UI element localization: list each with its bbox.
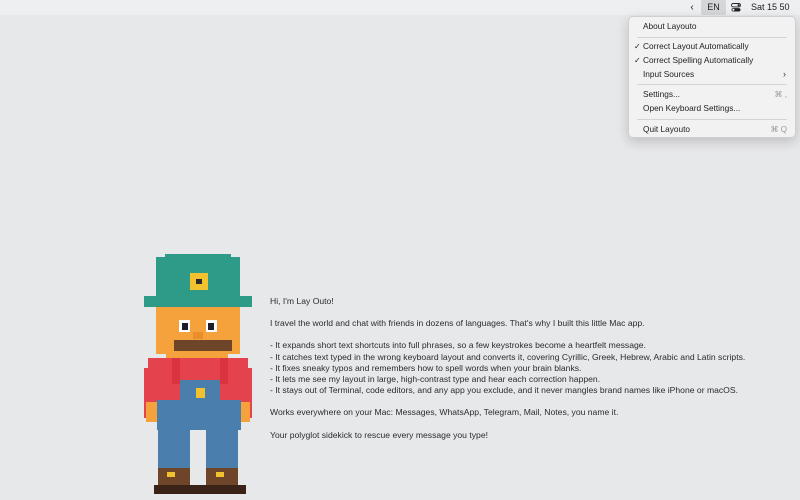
checkmark-icon: ✓	[634, 56, 641, 65]
story: I travel the world and chat with friends…	[270, 318, 645, 329]
menu-item-correct-layout[interactable]: ✓ Correct Layout Automatically	[629, 40, 795, 53]
control-center-icon[interactable]	[729, 0, 743, 15]
hat-brim	[144, 296, 252, 307]
hat-top-edge	[165, 254, 231, 260]
checkmark-icon: ✓	[634, 42, 641, 51]
feature-item: - It catches text typed in the wrong key…	[270, 351, 746, 362]
menu-item-input-sources[interactable]: Input Sources ›	[629, 68, 795, 81]
menu-bar-clock[interactable]: Sat 15 50	[751, 0, 790, 15]
menu-separator	[637, 37, 787, 38]
layouto-menu-extra[interactable]: EN	[701, 0, 726, 15]
menu-item-label: Settings...	[643, 89, 680, 99]
menu-separator	[637, 84, 787, 85]
mascot-illustration	[144, 254, 252, 494]
menu-item-label: Correct Layout Automatically	[643, 41, 749, 51]
menu-bar: ‹ EN Sat 15 50	[0, 0, 800, 15]
overalls-waist	[157, 400, 241, 430]
menu-item-quit[interactable]: Quit Layouto ⌘ Q	[629, 123, 795, 136]
boot-soles	[154, 485, 246, 494]
desktop: ‹ EN Sat 15 50 About Layouto ✓ Correct L…	[0, 0, 800, 500]
right-pupil	[208, 323, 214, 330]
menu-item-label: Quit Layouto	[643, 124, 691, 134]
right-strap	[220, 358, 228, 384]
menu-item-label: Correct Spelling Automatically	[643, 55, 754, 65]
right-boot-buckle	[216, 472, 224, 477]
nose	[193, 332, 203, 339]
menu-item-correct-spelling[interactable]: ✓ Correct Spelling Automatically	[629, 54, 795, 67]
left-pupil	[182, 323, 188, 330]
hat-badge-center	[196, 279, 202, 284]
left-hand	[146, 402, 157, 422]
feature-item: - It stays out of Terminal, code editors…	[270, 385, 738, 396]
chevron-right-icon: ›	[783, 69, 786, 79]
neck	[166, 354, 228, 358]
right-leg	[206, 430, 238, 470]
greeting: Hi, I'm Lay Outo!	[270, 296, 334, 306]
menu-item-about[interactable]: About Layouto	[629, 20, 795, 33]
menu-separator	[637, 119, 787, 120]
left-strap	[172, 358, 180, 384]
left-leg	[158, 430, 190, 470]
lay-outo-mascot	[144, 254, 252, 500]
overalls-button	[196, 388, 205, 398]
feature-item: - It lets me see my layout in large, hig…	[270, 374, 601, 385]
mustache	[174, 340, 232, 351]
menu-item-label: About Layouto	[643, 21, 697, 31]
menu-item-shortcut: ⌘ ,	[774, 90, 787, 99]
layouto-dropdown-menu: About Layouto ✓ Correct Layout Automatic…	[628, 16, 796, 138]
feature-item: - It fixes sneaky typos and remembers ho…	[270, 362, 582, 373]
menu-item-label: Input Sources	[643, 69, 695, 79]
works-everywhere: Works everywhere on your Mac: Messages, …	[270, 407, 619, 418]
feature-item: - It expands short text shortcuts into f…	[270, 340, 646, 351]
menu-item-keyboard-settings[interactable]: Open Keyboard Settings...	[629, 102, 795, 115]
menu-item-shortcut: ⌘ Q	[770, 125, 787, 134]
intro-text: Hi, I'm Lay Outo! I travel the world and…	[270, 296, 790, 441]
closing-line: Your polyglot sidekick to rescue every m…	[270, 429, 488, 440]
left-boot-buckle	[167, 472, 175, 477]
chevron-left-icon[interactable]: ‹	[686, 0, 698, 15]
menu-item-settings[interactable]: Settings... ⌘ ,	[629, 88, 795, 101]
menu-item-label: Open Keyboard Settings...	[643, 103, 741, 113]
